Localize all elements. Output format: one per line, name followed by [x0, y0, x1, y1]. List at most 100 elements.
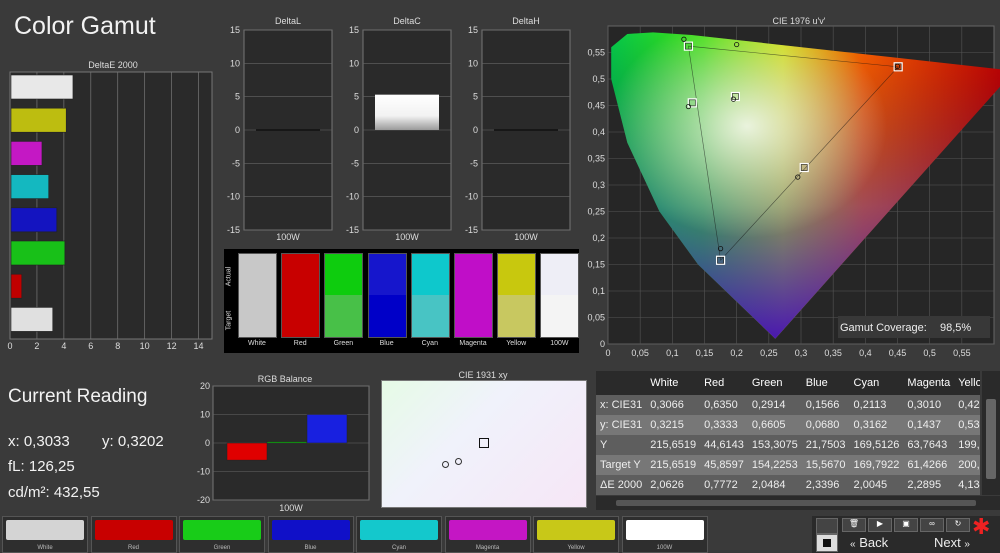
deltae-xtick: 12 [167, 341, 177, 351]
small-chart-ytick: 5 [354, 92, 359, 102]
cie1976-ytick: 0,25 [587, 207, 605, 217]
small-chart-ytick: 10 [468, 58, 478, 68]
deltae-bar-magenta [10, 141, 43, 166]
back-button[interactable]: « Back [850, 535, 888, 550]
compare-item-green: Green [324, 253, 364, 349]
cie1976-xtick: 0,55 [953, 348, 971, 358]
cie1976-ytick: 0,35 [587, 154, 605, 164]
gamut-coverage-value: 98,5% [940, 322, 971, 334]
swatch-white[interactable]: White [2, 516, 88, 553]
rgb-balance-ytick: -10 [197, 467, 210, 477]
table-cell: 0,5380 [954, 415, 980, 435]
next-button[interactable]: Next » [934, 535, 970, 550]
table-cell: 0,1437 [903, 415, 955, 435]
refresh-icon[interactable]: ↻ [946, 518, 970, 532]
table-cell: 169,5126 [849, 435, 904, 455]
table-header: Red [704, 377, 725, 389]
cie1976-xtick: 0,2 [730, 348, 743, 358]
cie1976-ytick: 0,45 [587, 101, 605, 111]
cie1976-ytick: 0 [600, 339, 605, 349]
target-label: Target [225, 310, 233, 331]
nav-panel: 🗑 ▶ ▣ ∞ ↻ ✱ « Back Next » [812, 514, 1000, 553]
table-cell: 63,7643 [903, 435, 955, 455]
deltae-xtick: 0 [7, 341, 12, 351]
table-row: Y 215,6519 44,6143 153,3075 21,7503 169,5126 6… [596, 435, 980, 455]
rgb-balance-ytick: 10 [200, 410, 210, 420]
table-cell: 2,2895 [903, 475, 955, 495]
delta-small-charts: DeltaL 15 10 5 0 -5 -10 -15 100W DeltaC 15 10 5 0 -5 -1… [227, 16, 571, 242]
swatch-100w[interactable]: 100W [621, 516, 708, 553]
swatch-red[interactable]: Red [90, 516, 177, 553]
table-cell: 2,0626 [646, 475, 701, 495]
swatch-label: Red [127, 545, 139, 551]
rgb-balance-title: RGB Balance [258, 374, 313, 384]
current-x: x: 0,3033 [8, 433, 70, 450]
small-chart-ytick: -10 [227, 192, 240, 202]
table-cell: 153,3075 [747, 435, 802, 455]
current-cd-value: 432,55 [53, 484, 100, 501]
cie1976-ytick: 0,5 [592, 74, 605, 84]
actual-target-panel: Actual Target White Red Green Blue Cyan … [224, 249, 580, 353]
camera-icon[interactable] [816, 518, 838, 534]
small-chart-ytick: 15 [349, 25, 359, 35]
table-cell: 0,0680 [801, 415, 850, 435]
stop-button[interactable] [816, 534, 838, 552]
table-cell: y: CIE31 [596, 415, 647, 435]
table-cell: 0,2914 [747, 395, 802, 415]
cie1931-chart [381, 380, 587, 508]
table-cell: 0,3066 [646, 395, 701, 415]
table-header: Yellow [958, 377, 980, 389]
table-cell: 215,6519 [646, 455, 701, 475]
table-cell: 199,6256 [954, 435, 980, 455]
small-chart-ytick: -15 [227, 225, 240, 235]
play-icon[interactable]: ▶ [868, 518, 892, 532]
cie1976-chart: CIE 1976 u'v' 0 0,05 0,1 0,15 0,2 0,25 0,3 0,35… [583, 10, 1000, 360]
cie1976-xtick: 0,35 [824, 348, 842, 358]
table-header: White [650, 377, 679, 389]
deltae-bar-white [10, 74, 74, 100]
cie1976-xtick: 0,25 [760, 348, 778, 358]
rgb-balance-blue-bar [306, 414, 348, 444]
cie1976-ytick: 0,05 [587, 313, 605, 323]
delete-icon[interactable]: 🗑 [842, 518, 866, 532]
cie1976-xtick: 0,05 [631, 348, 649, 358]
cie1976-xtick: 0,5 [923, 348, 936, 358]
link-icon[interactable]: ∞ [920, 518, 944, 532]
table-cell: 21,7503 [801, 435, 850, 455]
cie1931-point [442, 461, 449, 468]
asterisk-icon[interactable]: ✱ [972, 514, 990, 540]
rgb-balance-xlabel: 100W [279, 503, 303, 513]
small-chart-title: DeltaL [275, 16, 301, 26]
cie1976-ytick: 0,4 [592, 127, 605, 137]
table-cell: 0,3162 [849, 415, 904, 435]
cie1976-xtick: 0 [605, 348, 610, 358]
current-x-value: 0,3033 [23, 433, 70, 450]
table-cell: 169,7922 [849, 455, 904, 475]
small-chart-ytick: -5 [232, 158, 240, 168]
rgb-balance-green-bar [266, 441, 308, 444]
small-chart-xlabel: 100W [514, 232, 538, 242]
current-fl: fL: 126,25 [8, 458, 75, 475]
table-cell: 0,7772 [700, 475, 748, 495]
swatch-yellow[interactable]: Yellow [533, 516, 619, 553]
measurement-table: WhiteRedGreenBlueCyanMagentaYellow10x: C… [596, 371, 980, 495]
table-header: Magenta [907, 377, 951, 389]
rgb-balance-ytick: 0 [205, 438, 210, 448]
swatch-green[interactable]: Green [179, 516, 265, 553]
deltae-xtick: 10 [140, 341, 150, 351]
table-cell: 0,3215 [646, 415, 701, 435]
table-row: x: CIE31 0,3066 0,6350 0,2914 0,1566 0,2113 0,… [596, 395, 980, 415]
save-icon[interactable]: ▣ [894, 518, 918, 532]
small-chart-ytick: -15 [346, 225, 359, 235]
table-scrollbar[interactable] [982, 371, 1000, 495]
table-cell: 0,3333 [700, 415, 748, 435]
swatch-cyan[interactable]: Cyan [356, 516, 442, 553]
rgb-balance-red-bar [226, 442, 268, 461]
swatch-magenta[interactable]: Magenta [444, 516, 531, 553]
table-cell: 0,3010 [903, 395, 955, 415]
compare-item-label: Red [293, 340, 307, 347]
small-chart-ytick: -5 [470, 158, 478, 168]
swatch-blue[interactable]: Blue [267, 516, 354, 553]
table-hscrollbar[interactable] [596, 496, 1000, 510]
compare-item-label: Yellow [506, 340, 527, 347]
